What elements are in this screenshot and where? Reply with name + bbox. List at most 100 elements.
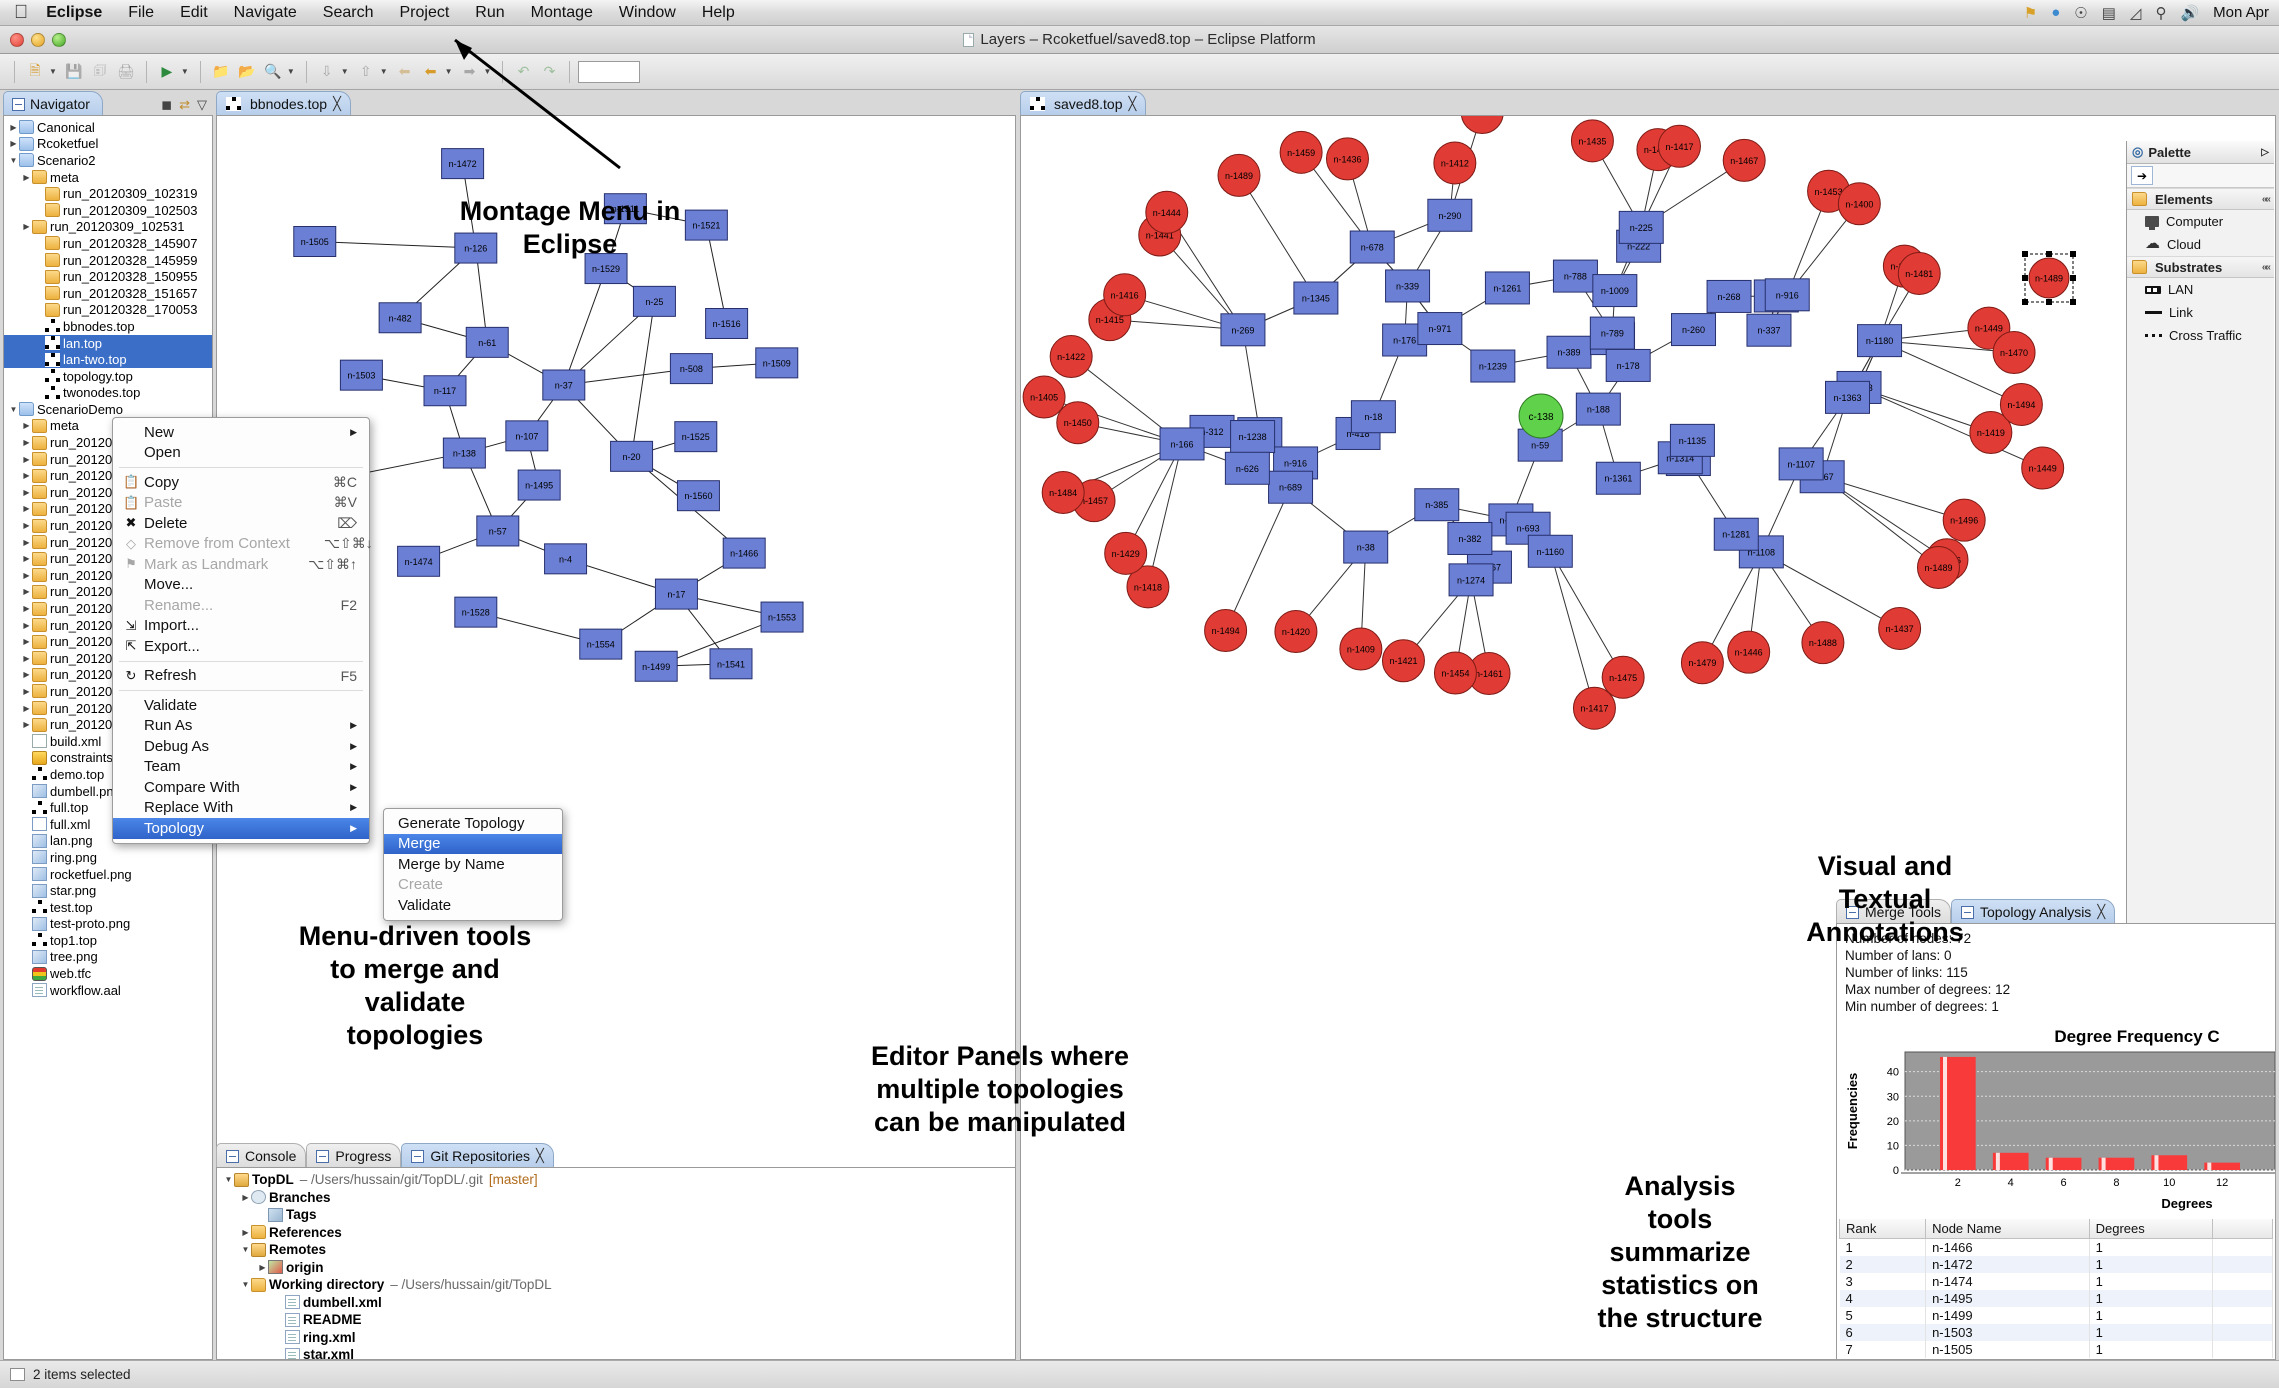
context-menu-item-run-as[interactable]: Run As ▶ bbox=[113, 716, 369, 737]
context-menu-item-compare-with[interactable]: Compare With ▶ bbox=[113, 777, 369, 798]
table-row[interactable]: 5 n-1499 1 bbox=[1839, 1307, 2273, 1324]
git-item-tags[interactable]: Tags bbox=[217, 1206, 1015, 1224]
collapse-group-icon[interactable]: «« bbox=[2262, 262, 2271, 273]
topology-node-blue[interactable]: n-339 bbox=[1385, 269, 1431, 303]
topology-node-red[interactable]: n-1444 bbox=[1145, 190, 1189, 234]
palette-item-cloud[interactable]: Cloud bbox=[2127, 233, 2274, 256]
topology-node-blue[interactable]: n-225 bbox=[1618, 210, 1664, 244]
bottom-views[interactable]: Console Progress Git Repositories ╳ ▼ TopDL –… bbox=[216, 1142, 1016, 1360]
collapse-arrow-icon[interactable]: ▶ bbox=[21, 604, 32, 613]
topology-node-blue[interactable]: n-1261 bbox=[1484, 271, 1530, 305]
back-icon[interactable]: ⬅ bbox=[393, 60, 417, 84]
collapse-arrow-icon[interactable]: ▶ bbox=[21, 554, 32, 563]
git-repositories-tree[interactable]: ▼ TopDL – /Users/hussain/git/TopDL/.git [ma… bbox=[217, 1168, 1015, 1359]
topology-menu-item-validate[interactable]: Validate bbox=[384, 895, 562, 916]
context-menu-item-remove-from-context[interactable]: ◇ Remove from Context ⌥⇧⌘↓ bbox=[113, 534, 373, 555]
navigator-tab[interactable]: Navigator bbox=[3, 91, 103, 116]
topology-node-red[interactable]: n-1435 bbox=[1570, 119, 1614, 163]
navigator-item-run-20120309-102319[interactable]: run_20120309_102319 bbox=[4, 185, 212, 202]
topology-node-blue[interactable]: n-1274 bbox=[1448, 563, 1494, 597]
collapse-arrow-icon[interactable]: ▶ bbox=[21, 538, 32, 547]
os-menu-item-edit[interactable]: Edit bbox=[180, 4, 208, 22]
topology-node-blue[interactable]: n-268 bbox=[1706, 279, 1752, 313]
topology-node-blue[interactable]: n-626 bbox=[1224, 451, 1270, 485]
collapse-group-icon[interactable]: «« bbox=[2262, 194, 2271, 205]
search-dropdown-icon[interactable]: ▼ bbox=[287, 67, 295, 76]
new-wizard-dropdown-icon[interactable]: ▼ bbox=[49, 67, 57, 76]
analysis-body[interactable]: Number of nodes: 72 Number of lans: 0 Numb… bbox=[1836, 923, 2276, 1360]
context-menu-item-paste[interactable]: 📋 Paste ⌘V bbox=[113, 493, 369, 514]
topology-node-blue[interactable]: n-678 bbox=[1349, 230, 1395, 264]
close-icon[interactable]: ╳ bbox=[536, 1148, 544, 1164]
topology-node[interactable]: n-1466 bbox=[722, 537, 766, 569]
link-with-editor-icon[interactable]: ⇄ bbox=[179, 97, 190, 113]
topology-node[interactable]: n-117 bbox=[423, 375, 467, 407]
topology-node[interactable]: n-37 bbox=[542, 369, 586, 401]
navigator-item-run-20120328-170053[interactable]: run_20120328_170053 bbox=[4, 302, 212, 319]
navigator-item-run-20120328-145907[interactable]: run_20120328_145907 bbox=[4, 235, 212, 252]
save-icon[interactable]: 💾 bbox=[62, 60, 86, 84]
topology-node-blue[interactable]: n-178 bbox=[1605, 348, 1651, 382]
topology-node[interactable]: n-20 bbox=[610, 440, 654, 472]
topology-node-blue[interactable]: n-1239 bbox=[1470, 349, 1516, 383]
topology-node[interactable]: n-1560 bbox=[676, 480, 720, 512]
collapse-arrow-icon[interactable]: ▶ bbox=[240, 1228, 251, 1237]
palette-group-substrates[interactable]: Substrates «« bbox=[2127, 256, 2274, 278]
topology-node-blue[interactable]: n-260 bbox=[1671, 313, 1717, 347]
navigator-item-run-20120328-151657[interactable]: run_20120328_151657 bbox=[4, 285, 212, 302]
topology-node[interactable]: n-1509 bbox=[755, 347, 799, 379]
expand-arrow-icon[interactable]: ▼ bbox=[8, 156, 19, 165]
os-menu-item-run[interactable]: Run bbox=[475, 4, 504, 22]
navigator-item-run-20120309-102503[interactable]: run_20120309_102503 bbox=[4, 202, 212, 219]
topology-menu-item-generate-topology[interactable]: Generate Topology bbox=[384, 813, 562, 834]
topology-node-red[interactable]: n-1479 bbox=[1680, 641, 1724, 685]
table-row[interactable]: 3 n-1474 1 bbox=[1839, 1273, 2273, 1290]
context-menu-item-debug-as[interactable]: Debug As ▶ bbox=[113, 736, 369, 757]
topology-node[interactable]: n-1553 bbox=[760, 601, 804, 633]
collapse-arrow-icon[interactable]: ▶ bbox=[21, 421, 32, 430]
collapse-arrow-icon[interactable]: ▶ bbox=[21, 173, 32, 182]
topology-node-blue[interactable]: n-971 bbox=[1417, 312, 1463, 346]
os-menu-item-window[interactable]: Window bbox=[619, 4, 676, 22]
context-menu-item-open[interactable]: Open bbox=[113, 443, 369, 464]
navigator-item-lan-top[interactable]: lan.top bbox=[4, 334, 212, 352]
topology-node-blue[interactable]: n-18 bbox=[1350, 400, 1396, 434]
expand-arrow-icon[interactable]: ▼ bbox=[240, 1280, 251, 1289]
resize-handle[interactable] bbox=[2046, 299, 2052, 305]
context-menu-item-export---[interactable]: ⇱ Export... bbox=[113, 636, 369, 657]
navigator-item-ring-png[interactable]: ring.png bbox=[4, 849, 212, 866]
navigator-context-menu[interactable]: New ▶ Open 📋 Copy ⌘C 📋 Paste ⌘V ✖ Delete ⌦ ◇ Remove f… bbox=[112, 417, 373, 844]
os-menu-item-search[interactable]: Search bbox=[323, 4, 374, 22]
spotlight-icon[interactable]: ⚲ bbox=[2155, 4, 2166, 22]
next-annotation-icon[interactable]: ⇩ bbox=[315, 60, 339, 84]
resize-handle[interactable] bbox=[2070, 251, 2076, 257]
topology-menu-item-merge-by-name[interactable]: Merge by Name bbox=[384, 854, 562, 875]
selected-topology-node[interactable]: n-1489 bbox=[2022, 251, 2076, 305]
collapse-arrow-icon[interactable]: ▶ bbox=[21, 687, 32, 696]
navigator-item-rcoketfuel[interactable]: ▶ Rcoketfuel bbox=[4, 136, 212, 153]
navigator-item-web-tfc[interactable]: web.tfc bbox=[4, 965, 212, 982]
topology-node-red[interactable]: n-1409 bbox=[1339, 627, 1383, 671]
topology-node-red[interactable]: n-1400 bbox=[1837, 182, 1881, 226]
topology-node-blue[interactable]: n-337 bbox=[1746, 313, 1792, 347]
git-item-branches[interactable]: ▶ Branches bbox=[217, 1189, 1015, 1207]
resize-handle[interactable] bbox=[2046, 251, 2052, 257]
table-row[interactable]: 7 n-1505 1 bbox=[1839, 1341, 2273, 1358]
tab-git-repositories[interactable]: Git Repositories ╳ bbox=[401, 1143, 554, 1168]
topology-node-blue[interactable]: n-385 bbox=[1414, 488, 1460, 522]
topology-node[interactable]: n-1505 bbox=[293, 226, 337, 257]
navigator-item-twonodes-top[interactable]: twonodes.top bbox=[4, 385, 212, 402]
topology-node-red[interactable]: n-1454 bbox=[1433, 651, 1477, 695]
topology-node-blue[interactable]: n-788 bbox=[1552, 259, 1598, 293]
bluetooth-icon[interactable]: ☉ bbox=[2074, 4, 2087, 22]
degree-table-col-node-name[interactable]: Node Name bbox=[1925, 1219, 2090, 1239]
git-item-topdl[interactable]: ▼ TopDL – /Users/hussain/git/TopDL/.git [ma… bbox=[217, 1171, 1015, 1189]
navigator-item-meta[interactable]: ▶ meta bbox=[4, 169, 212, 186]
topology-node-red[interactable]: n-1412 bbox=[1433, 141, 1477, 185]
topology-node-blue[interactable]: n-188 bbox=[1575, 392, 1621, 426]
navigator-item-run-20120309-102531[interactable]: ▶ run_20120309_102531 bbox=[4, 219, 212, 236]
navigator-item-topology-top[interactable]: topology.top bbox=[4, 368, 212, 385]
collapse-arrow-icon[interactable]: ▶ bbox=[21, 504, 32, 513]
topology-node-blue[interactable]: n-1180 bbox=[1857, 324, 1903, 358]
context-menu-item-mark-as-landmark[interactable]: ⚑ Mark as Landmark ⌥⇧⌘↑ bbox=[113, 554, 369, 575]
